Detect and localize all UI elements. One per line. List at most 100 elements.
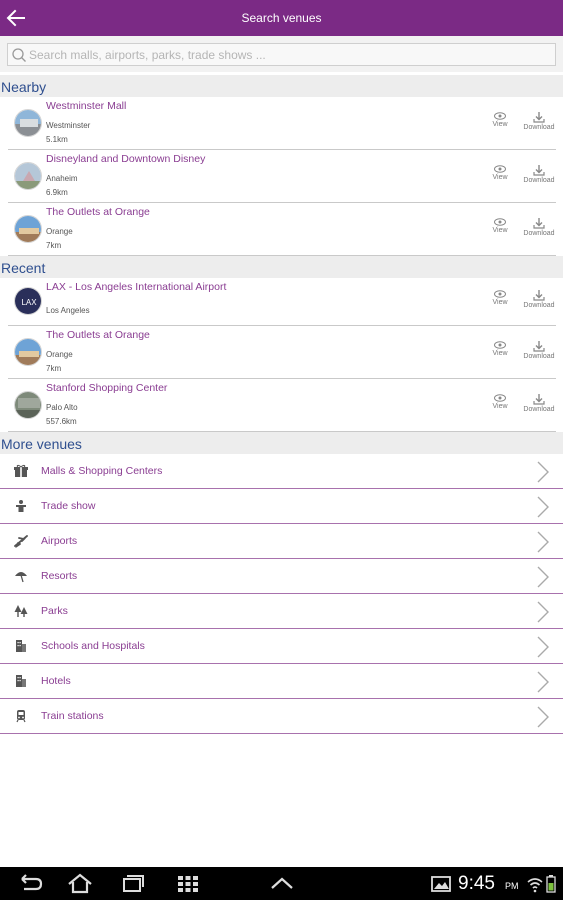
- venue-city: Palo Alto: [46, 403, 78, 412]
- clock-ampm: PM: [505, 881, 519, 891]
- download-button[interactable]: Download: [521, 394, 557, 413]
- view-button[interactable]: View: [482, 394, 518, 410]
- category-label: Train stations: [41, 710, 104, 722]
- venue-thumbnail: LAX: [14, 287, 42, 315]
- category-label: Schools and Hospitals: [41, 640, 145, 652]
- search-box[interactable]: [7, 43, 556, 66]
- venue-thumbnail: [14, 391, 42, 419]
- eye-icon: [494, 290, 506, 298]
- venue-city: Orange: [46, 227, 73, 236]
- category-label: Airports: [41, 535, 78, 547]
- download-label: Download: [523, 353, 555, 360]
- venue-name: The Outlets at Orange: [46, 329, 150, 341]
- back-icon[interactable]: [16, 873, 44, 895]
- category-airports[interactable]: Airports: [0, 524, 563, 559]
- chevron-right-icon: [537, 671, 549, 693]
- recent-apps-icon[interactable]: [118, 873, 146, 895]
- venue-city: Orange: [46, 350, 73, 359]
- view-button[interactable]: View: [482, 112, 518, 128]
- venue-name: The Outlets at Orange: [46, 206, 150, 218]
- download-button[interactable]: Download: [521, 290, 557, 309]
- eye-icon: [494, 394, 506, 402]
- eye-icon: [494, 341, 506, 349]
- venue-row[interactable]: The Outlets at Orange Orange 7km View Do…: [8, 326, 556, 379]
- venue-distance: 5.1km: [46, 135, 68, 144]
- app-bar: Search venues: [0, 0, 563, 36]
- venue-thumbnail: [14, 162, 42, 190]
- venue-city: Los Angeles: [46, 306, 90, 315]
- chevron-right-icon: [537, 601, 549, 623]
- download-icon: [533, 290, 545, 301]
- venue-row[interactable]: LAX LAX - Los Angeles International Airp…: [8, 278, 556, 326]
- svg-text:LAX: LAX: [21, 298, 37, 307]
- venue-name: LAX - Los Angeles International Airport: [46, 281, 227, 293]
- category-train-stations[interactable]: Train stations: [0, 699, 563, 734]
- eye-icon: [494, 112, 506, 120]
- category-parks[interactable]: Parks: [0, 594, 563, 629]
- train-icon: [16, 710, 26, 723]
- view-label: View: [492, 174, 508, 181]
- download-button[interactable]: Download: [521, 218, 557, 237]
- venue-name: Westminster Mall: [46, 100, 127, 112]
- home-icon[interactable]: [66, 873, 94, 895]
- category-label: Hotels: [41, 675, 71, 687]
- podium-icon: [16, 500, 26, 512]
- chevron-right-icon: [537, 706, 549, 728]
- download-icon: [533, 218, 545, 229]
- chevron-right-icon: [537, 636, 549, 658]
- view-label: View: [492, 299, 508, 306]
- venue-row[interactable]: Stanford Shopping Center Palo Alto 557.6…: [8, 379, 556, 432]
- venue-distance: 7km: [46, 241, 62, 250]
- eye-icon: [494, 165, 506, 173]
- venue-city: Westminster: [46, 121, 91, 130]
- download-icon: [533, 165, 545, 176]
- venue-name: Disneyland and Downtown Disney: [46, 153, 206, 165]
- wifi-icon: [527, 878, 543, 893]
- battery-icon: [546, 875, 556, 893]
- section-header-more-venues: More venues: [0, 432, 563, 454]
- app-grid-icon[interactable]: [174, 873, 202, 895]
- view-label: View: [492, 121, 508, 128]
- category-malls[interactable]: Malls & Shopping Centers: [0, 454, 563, 489]
- venue-distance: 7km: [46, 364, 62, 373]
- category-label: Parks: [41, 605, 68, 617]
- category-trade-show[interactable]: Trade show: [0, 489, 563, 524]
- view-button[interactable]: View: [482, 165, 518, 181]
- download-label: Download: [523, 230, 555, 237]
- airplane-icon: [14, 535, 28, 548]
- download-button[interactable]: Download: [521, 341, 557, 360]
- category-label: Malls & Shopping Centers: [41, 465, 163, 477]
- umbrella-icon: [15, 572, 27, 583]
- category-hotels[interactable]: Hotels: [0, 664, 563, 699]
- venue-row[interactable]: Westminster Mall Westminster 5.1km View …: [8, 97, 556, 150]
- category-label: Resorts: [41, 570, 78, 582]
- download-icon: [533, 341, 545, 352]
- category-resorts[interactable]: Resorts: [0, 559, 563, 594]
- download-button[interactable]: Download: [521, 165, 557, 184]
- category-schools-hospitals[interactable]: Schools and Hospitals: [0, 629, 563, 664]
- venue-row[interactable]: The Outlets at Orange Orange 7km View Do…: [8, 203, 556, 256]
- download-label: Download: [523, 177, 555, 184]
- view-button[interactable]: View: [482, 218, 518, 234]
- view-button[interactable]: View: [482, 341, 518, 357]
- category-label: Trade show: [41, 500, 96, 512]
- download-icon: [533, 112, 545, 123]
- search-icon: [12, 48, 26, 62]
- system-nav-bar: 9:45 PM: [0, 867, 563, 900]
- venue-thumbnail: [14, 109, 42, 137]
- download-button[interactable]: Download: [521, 112, 557, 131]
- venue-distance: 557.6km: [46, 417, 77, 426]
- search-input[interactable]: [29, 46, 549, 64]
- gift-icon: [14, 464, 28, 477]
- view-button[interactable]: View: [482, 290, 518, 306]
- chevron-right-icon: [537, 461, 549, 483]
- download-icon: [533, 394, 545, 405]
- venue-row[interactable]: Disneyland and Downtown Disney Anaheim 6…: [8, 150, 556, 203]
- clock-time: 9:45: [458, 873, 495, 894]
- page-title: Search venues: [241, 11, 322, 25]
- venue-thumbnail: [14, 215, 42, 243]
- search-bar: [0, 36, 563, 72]
- chevron-up-icon[interactable]: [268, 873, 296, 895]
- venue-thumbnail: [14, 338, 42, 366]
- chevron-right-icon: [537, 566, 549, 588]
